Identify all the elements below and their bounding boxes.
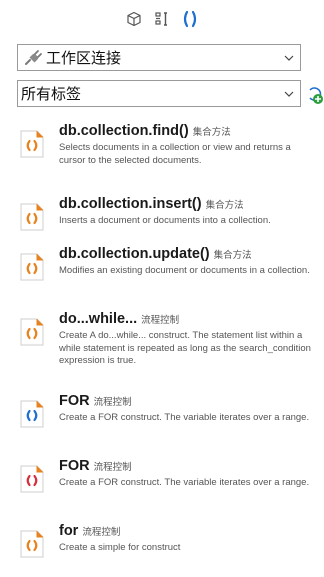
snippet-name: for [59,523,79,539]
snippet-category: 流程控制 [141,315,180,326]
snippet-list: db.collection.find() 集合方法 Selects document… [0,118,324,568]
snippet-name: FOR [59,393,90,409]
snippet-category: 集合方法 [192,127,231,138]
snippet-category: 流程控制 [93,462,132,473]
snippet-item[interactable]: do...while... 流程控制 Create A do...while... … [0,306,324,388]
snippet-category: 流程控制 [93,397,132,408]
toolbar [0,8,324,30]
chevron-down-icon [278,45,300,70]
snippet-category: 集合方法 [213,250,252,261]
code-snippet-icon [20,253,44,281]
snippet-name: db.collection.find() [59,123,189,139]
code-snippet-icon [20,318,44,346]
snippet-name: do...while... [59,311,138,327]
code-snippet-icon [20,530,44,558]
code-snippet-icon [20,203,44,231]
plug-icon [22,48,44,68]
snippet-item[interactable]: db.collection.insert() 集合方法 Inserts a docu… [0,191,324,241]
code-snippet-icon [20,130,44,158]
snippet-item[interactable]: for 流程控制 Create a simple for construct [0,518,324,568]
chevron-down-icon [278,81,300,106]
snippet-description: Inserts a document or documents into a c… [59,215,271,226]
connection-value: 工作区连接 [46,50,122,67]
snippet-icon[interactable] [153,10,171,28]
snippet-description: Create a FOR construct. The variable ite… [59,477,310,488]
snippet-item[interactable]: FOR 流程控制 Create a FOR construct. The varia… [0,453,324,518]
tag-filter-select[interactable]: 所有标签 [17,80,301,107]
snippet-name: db.collection.update() [59,246,210,262]
snippet-description: Create a FOR construct. The variable ite… [59,412,310,423]
snippet-item[interactable]: FOR 流程控制 Create a FOR construct. The varia… [0,388,324,453]
snippet-item[interactable]: db.collection.update() 集合方法 Modifies an ex… [0,241,324,306]
snippet-name: FOR [59,458,90,474]
cube-icon[interactable] [125,10,143,28]
tag-filter-value: 所有标签 [21,86,82,103]
refresh-add-icon[interactable] [305,83,324,105]
snippet-category: 流程控制 [82,527,121,538]
code-snippet-icon [20,400,44,428]
snippet-description: Selects documents in a collection or vie… [59,142,291,166]
snippet-category: 集合方法 [205,200,244,211]
connection-select[interactable]: 工作区连接 [17,44,301,71]
snippet-name: db.collection.insert() [59,196,202,212]
brackets-icon[interactable] [181,10,199,28]
code-snippet-icon [20,465,44,493]
snippet-description: Create a simple for construct [59,542,181,553]
snippet-description: Create A do...while... construct. The st… [59,330,311,366]
snippet-item[interactable]: db.collection.find() 集合方法 Selects document… [0,118,324,191]
snippet-description: Modifies an existing document or documen… [59,265,310,276]
